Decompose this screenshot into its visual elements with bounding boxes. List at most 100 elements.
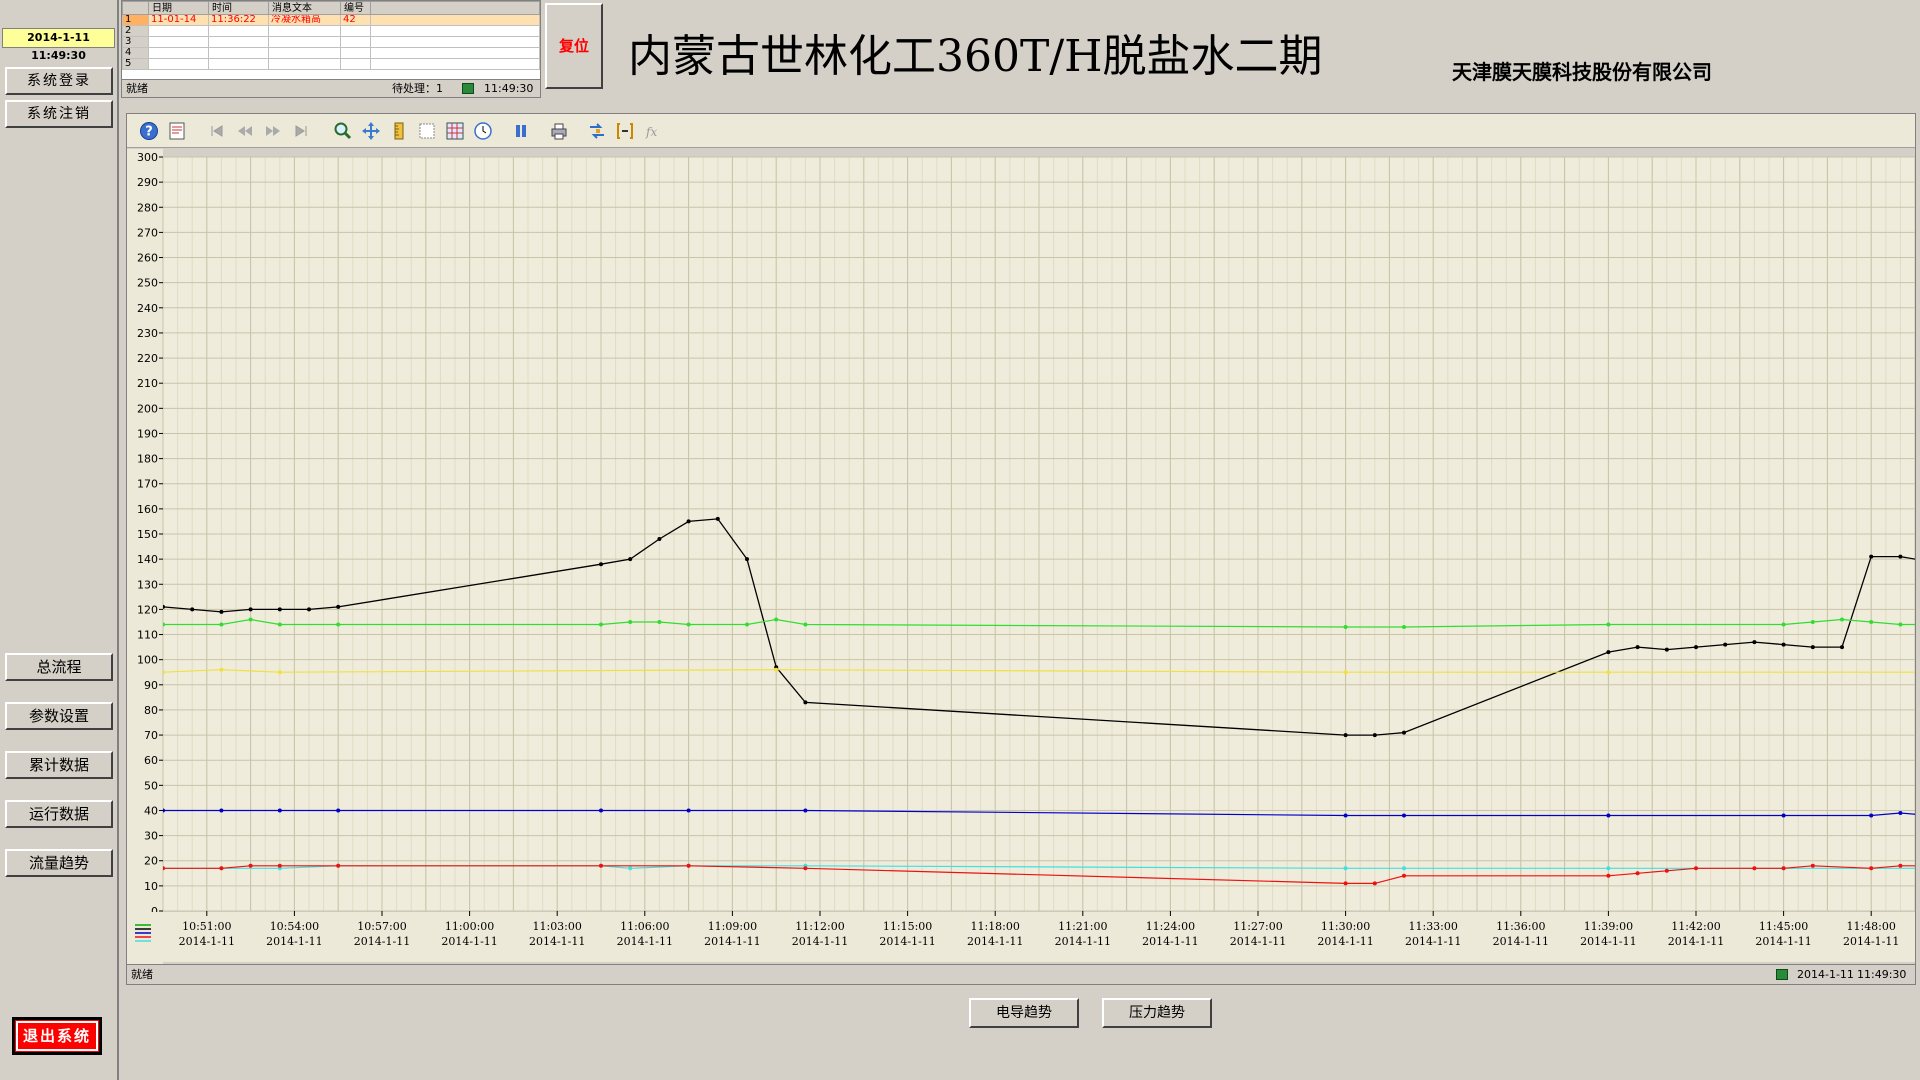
- x-tick-time-label: 11:09:00: [708, 920, 757, 933]
- y-tick-label: 140: [137, 553, 158, 566]
- nav-flow-trend-button[interactable]: 流量趋势: [5, 849, 113, 877]
- system-logout-button[interactable]: 系统注销: [5, 100, 113, 128]
- series-point: [1606, 670, 1611, 675]
- series-point: [1869, 813, 1874, 818]
- edit-icon[interactable]: [167, 121, 187, 141]
- series-point: [1343, 881, 1348, 886]
- trend-status-time: 11:49:30: [1857, 968, 1907, 981]
- prev-icon[interactable]: [235, 121, 255, 141]
- system-login-button[interactable]: 系统登录: [5, 67, 113, 95]
- y-tick-label: 260: [137, 252, 158, 265]
- series-point: [1781, 866, 1786, 871]
- series-point: [774, 617, 779, 622]
- series-point: [657, 620, 662, 624]
- next-icon[interactable]: [263, 121, 283, 141]
- alarm-row-code: 42: [340, 14, 371, 26]
- series-point: [1402, 873, 1406, 878]
- series-point: [277, 607, 282, 612]
- trend-chart[interactable]: 0102030405060708090100110120130140150160…: [127, 149, 1915, 964]
- series-point: [1810, 645, 1815, 650]
- pause-icon[interactable]: [511, 121, 531, 141]
- x-tick-date-label: 2014-1-11: [1317, 935, 1373, 948]
- alarm-row-index: 2: [122, 25, 149, 37]
- x-tick-date-label: 2014-1-11: [1493, 935, 1549, 948]
- y-tick-label: 250: [137, 277, 158, 290]
- series-point: [277, 863, 282, 868]
- svg-text:fx: fx: [645, 125, 657, 139]
- x-tick-date-label: 2014-1-11: [1755, 935, 1811, 948]
- exit-system-button[interactable]: 退出系统: [12, 1017, 102, 1055]
- print-icon[interactable]: [549, 121, 569, 141]
- alarm-row[interactable]: 3: [122, 36, 540, 48]
- series-point: [1752, 866, 1757, 871]
- series-point: [1343, 670, 1348, 675]
- alarm-row[interactable]: 5: [122, 58, 540, 70]
- clock-icon[interactable]: [473, 121, 493, 141]
- move-icon[interactable]: [361, 121, 381, 141]
- series-point: [1869, 620, 1874, 624]
- x-tick-time-label: 11:45:00: [1759, 920, 1808, 933]
- zoom-icon[interactable]: [333, 121, 353, 141]
- grid-icon[interactable]: [445, 121, 465, 141]
- x-tick-date-label: 2014-1-11: [1405, 935, 1461, 948]
- series-point: [219, 667, 224, 672]
- trend-toolbar: ? fx: [127, 114, 1915, 148]
- x-tick-time-label: 11:42:00: [1671, 920, 1720, 933]
- reset-button[interactable]: 复位: [545, 3, 603, 89]
- y-tick-label: 270: [137, 226, 158, 239]
- first-icon[interactable]: [207, 121, 227, 141]
- series-point: [657, 537, 662, 541]
- series-point: [248, 863, 253, 868]
- y-tick-label: 230: [137, 327, 158, 340]
- series-point: [1781, 642, 1786, 647]
- y-tick-label: 240: [137, 302, 158, 315]
- y-tick-label: 130: [137, 578, 158, 591]
- pressure-trend-button[interactable]: 压力趋势: [1102, 998, 1212, 1028]
- y-tick-label: 90: [144, 679, 158, 692]
- datetime-display: 2014-1-11 11:49:30: [2, 28, 115, 62]
- x-tick-time-label: 11:39:00: [1584, 920, 1633, 933]
- series-point: [1810, 863, 1815, 868]
- bracket-icon[interactable]: [615, 121, 635, 141]
- x-tick-date-label: 2014-1-11: [1668, 935, 1724, 948]
- y-tick-label: 20: [144, 855, 158, 868]
- help-icon[interactable]: ?: [139, 121, 159, 141]
- status-indicator-icon: [1776, 969, 1788, 980]
- last-icon[interactable]: [291, 121, 311, 141]
- alarm-row[interactable]: 1 11-01-14 11:36:22 冷凝水箱高 42: [122, 14, 540, 26]
- export-icon[interactable]: [587, 121, 607, 141]
- alarm-col-date[interactable]: 日期: [148, 1, 209, 15]
- y-tick-label: 160: [137, 503, 158, 516]
- alarm-row[interactable]: 4: [122, 47, 540, 59]
- trend-status-ready: 就绪: [131, 968, 153, 981]
- fx-icon[interactable]: fx: [643, 121, 663, 141]
- x-tick-time-label: 11:27:00: [1233, 920, 1282, 933]
- nav-running-data-button[interactable]: 运行数据: [5, 800, 113, 828]
- series-point: [1343, 866, 1348, 871]
- sidebar: 2014-1-11 11:49:30 系统登录 系统注销 总流程 参数设置 累计…: [0, 0, 119, 1080]
- series-point: [219, 808, 224, 813]
- series-point: [686, 863, 691, 868]
- series-point: [745, 622, 749, 627]
- series-point: [1840, 645, 1844, 650]
- series-point: [1664, 868, 1669, 873]
- conductivity-trend-button[interactable]: 电导趋势: [969, 998, 1079, 1028]
- series-point: [1372, 881, 1377, 886]
- nav-overall-process-button[interactable]: 总流程: [5, 653, 113, 681]
- x-tick-time-label: 10:51:00: [182, 920, 231, 933]
- series-point: [803, 866, 808, 871]
- y-tick-label: 200: [137, 402, 158, 415]
- series-point: [1810, 620, 1815, 624]
- nav-cumulative-data-button[interactable]: 累计数据: [5, 751, 113, 779]
- alarm-col-time[interactable]: 时间: [208, 1, 269, 15]
- alarm-col-code[interactable]: 编号: [340, 1, 371, 15]
- nav-parameter-settings-button[interactable]: 参数设置: [5, 702, 113, 730]
- alarm-row[interactable]: 2: [122, 25, 540, 37]
- series-point: [336, 604, 341, 609]
- x-tick-time-label: 11:36:00: [1496, 920, 1545, 933]
- series-point: [1635, 645, 1640, 650]
- ruler-icon[interactable]: [389, 121, 409, 141]
- series-point: [1781, 622, 1786, 627]
- select-area-icon[interactable]: [417, 121, 437, 141]
- alarm-col-text[interactable]: 消息文本: [268, 1, 341, 15]
